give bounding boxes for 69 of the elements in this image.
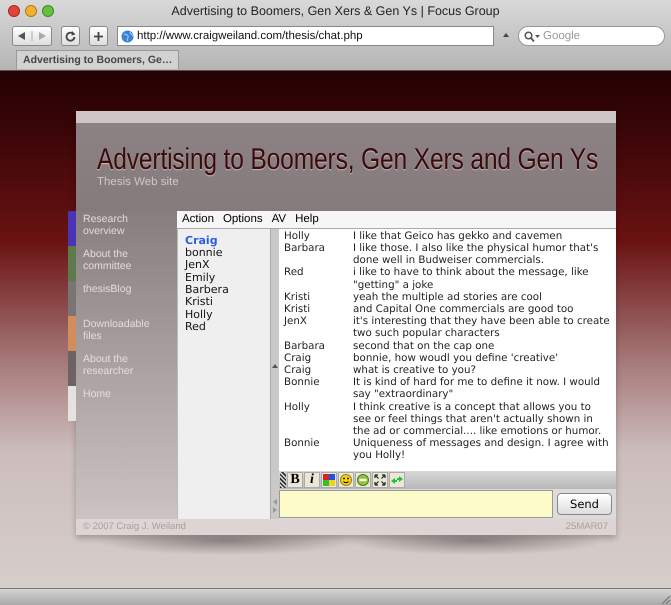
message-author: JenX bbox=[284, 315, 308, 330]
message-author: Barbara bbox=[284, 242, 326, 256]
message-text: Uniqueness of messages and design. I agree with you Holly! bbox=[353, 437, 610, 462]
message-text: I like those. I also like the physical humor that's done well in Budweiser commercials. bbox=[353, 242, 600, 266]
message-text: It is kind of hard for me to define it now. I would say "extraordinary" bbox=[353, 376, 602, 401]
message-input[interactable] bbox=[279, 490, 553, 518]
site-title: Advertising to Boomers, Gen Xers and Gen Ys bbox=[97, 142, 598, 176]
message-author: Bonnie bbox=[284, 437, 321, 452]
minus-circle-icon bbox=[357, 474, 369, 486]
minus-circle-button[interactable] bbox=[355, 472, 371, 488]
message-author: Red bbox=[284, 266, 305, 280]
message-text: yeah the multiple ad stories are cool bbox=[353, 290, 543, 303]
menu-item[interactable]: AV bbox=[270, 213, 288, 226]
reload-button[interactable] bbox=[61, 26, 80, 46]
smiley-button[interactable] bbox=[338, 472, 354, 488]
copyright-text: © 2007 Craig J. Weiland bbox=[83, 521, 186, 532]
user-item[interactable]: Kristi bbox=[185, 296, 270, 309]
expand-button[interactable] bbox=[372, 472, 388, 488]
resize-grip-icon[interactable] bbox=[659, 593, 671, 605]
user-item[interactable]: Emily bbox=[185, 272, 270, 284]
reload-icon bbox=[65, 30, 76, 42]
italic-button[interactable]: i bbox=[304, 472, 320, 488]
user-item[interactable]: bonnie bbox=[185, 247, 270, 260]
message-author: Craig bbox=[284, 364, 312, 376]
add-bookmark-button[interactable] bbox=[89, 26, 108, 46]
bold-button[interactable]: B bbox=[287, 472, 303, 488]
send-button[interactable]: Send bbox=[557, 492, 612, 515]
message-text: I like that Geico has gekko and cavemen bbox=[353, 230, 564, 242]
search-field[interactable]: Google bbox=[518, 26, 665, 46]
arrows-icon bbox=[391, 474, 403, 486]
plus-icon bbox=[93, 30, 104, 42]
message-author: Holly bbox=[284, 400, 311, 415]
search-icon bbox=[524, 31, 540, 42]
message-author: Holly bbox=[284, 230, 311, 242]
scroll-arrow-icon[interactable] bbox=[272, 362, 278, 369]
message-text: bonnie, how woudl you define 'creative' bbox=[353, 352, 560, 364]
user-item[interactable]: Holly bbox=[185, 308, 270, 321]
message-author: Kristi bbox=[284, 290, 312, 303]
message-author: Craig bbox=[284, 352, 312, 364]
browser-tab[interactable]: Advertising to Boomers, Ge… bbox=[16, 50, 180, 69]
message-text: second that on the cap one bbox=[353, 340, 496, 352]
date-text: 25MAR07 bbox=[566, 521, 608, 532]
message-text: I think creative is a concept that allows you to see or feel things that aren't actually shown in the ad or commercial.... like emotions or humor. bbox=[353, 400, 602, 438]
globe-icon bbox=[121, 30, 134, 42]
grip-icon bbox=[280, 472, 286, 488]
back-forward-arrows-icon bbox=[16, 31, 48, 41]
menu-item[interactable]: Options bbox=[222, 213, 264, 226]
menu-item[interactable]: Action bbox=[181, 213, 215, 226]
back-forward-button[interactable] bbox=[12, 26, 52, 46]
window-title: Advertising to Boomers, Gen Xers & Gen Ys | Focus Group bbox=[171, 4, 500, 18]
user-item[interactable]: JenX bbox=[185, 259, 270, 272]
smiley-icon bbox=[340, 474, 352, 486]
message-author: Bonnie bbox=[284, 376, 321, 390]
user-item[interactable]: Red bbox=[185, 320, 270, 334]
caret-icon bbox=[503, 32, 509, 40]
message-author: Barbara bbox=[284, 340, 326, 352]
site-subtitle: Thesis Web site bbox=[97, 176, 179, 188]
message-text: and Capital One commercials are good too bbox=[353, 302, 574, 316]
message-text: what is creative to you? bbox=[353, 364, 477, 376]
expand-icon bbox=[374, 474, 386, 486]
color-palette-button[interactable] bbox=[321, 472, 337, 488]
user-item[interactable]: Barbera bbox=[185, 284, 270, 296]
zoom-button[interactable] bbox=[42, 5, 54, 17]
close-button[interactable] bbox=[8, 5, 20, 17]
menu-item[interactable]: Help bbox=[294, 213, 320, 226]
user-item[interactable]: Craig bbox=[185, 234, 270, 248]
color-palette-icon bbox=[323, 474, 335, 486]
address-field[interactable]: http://www.craigweiland.com/thesis/chat.php bbox=[117, 26, 494, 46]
message-author: Kristi bbox=[284, 302, 312, 316]
